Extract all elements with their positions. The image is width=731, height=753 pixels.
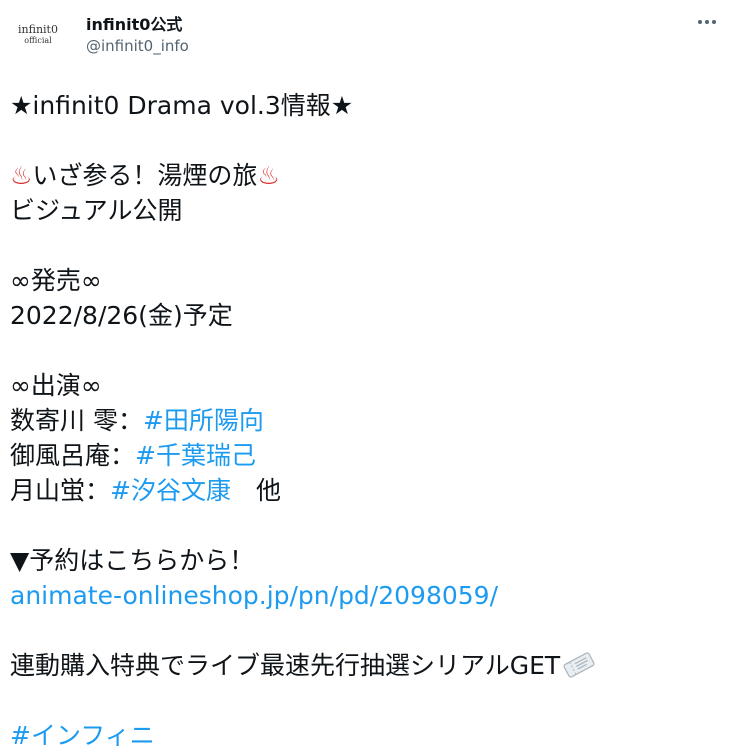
user-handle[interactable]: @infinit0_info — [86, 37, 189, 55]
cast-heading: ∞出演∞ — [10, 371, 102, 400]
ticket-icon — [563, 652, 595, 678]
line-hashtag-bottom: #インフィニ — [10, 718, 725, 753]
hashtag-link[interactable]: #田所陽向 — [143, 406, 264, 435]
hashtag-link[interactable]: #インフィニ — [10, 721, 155, 750]
tweet-subtitle-line: ♨いざ参る！湯煙の旅♨ — [10, 158, 725, 193]
cast-line: 月山蛍：#汐谷文康 他 — [10, 473, 725, 508]
release-date: 2022/8/26(金)予定 — [10, 301, 233, 330]
tweet-title: ★infinit0 Drama vol.3情報★ — [10, 91, 354, 120]
cast-line: 数寄川 零：#田所陽向 — [10, 403, 725, 438]
avatar-logo-text: infinit0 — [18, 23, 58, 36]
bonus-text: 連動購入特典でライブ最速先行抽選シリアルGET — [10, 651, 561, 680]
more-options-button[interactable] — [690, 8, 724, 36]
display-name[interactable]: infinit0公式 — [86, 11, 182, 35]
line-link: animate-onlineshop.jp/pn/pd/2098059/ — [10, 578, 725, 613]
cast-role: 御風呂庵： — [10, 441, 136, 470]
preorder-text: ▼予約はこちらから！ — [10, 546, 255, 575]
avatar-logo-subtext: official — [24, 36, 52, 45]
hashtag-link[interactable]: #汐谷文康 — [110, 476, 231, 505]
bonus-line: 連動購入特典でライブ最速先行抽選シリアルGET — [10, 648, 725, 683]
tweet-header: infinit0 official infinit0公式 @infinit0_i… — [0, 0, 731, 70]
preorder-link[interactable]: animate-onlineshop.jp/pn/pd/2098059/ — [10, 581, 498, 610]
more-horizontal-icon — [698, 20, 716, 24]
hashtag-link[interactable]: #千葉瑞己 — [135, 441, 256, 470]
hot-springs-icon: ♨ — [10, 161, 33, 190]
hot-springs-icon: ♨ — [257, 161, 280, 190]
cast-role: 月山蛍： — [10, 476, 111, 505]
cast-line: 御風呂庵：#千葉瑞己 — [10, 438, 725, 473]
release-heading: ∞発売∞ — [10, 266, 102, 295]
cast-role: 数寄川 零： — [10, 406, 143, 435]
tweet-visual-announcement: ビジュアル公開 — [10, 196, 183, 225]
tweet-text: ★infinit0 Drama vol.3情報★ ♨いざ参る！湯煙の旅♨ ビジュ… — [10, 88, 725, 753]
tweet-subtitle: いざ参る！湯煙の旅 — [32, 161, 258, 190]
cast-suffix: 他 — [230, 476, 281, 505]
avatar[interactable]: infinit0 official — [12, 14, 64, 56]
